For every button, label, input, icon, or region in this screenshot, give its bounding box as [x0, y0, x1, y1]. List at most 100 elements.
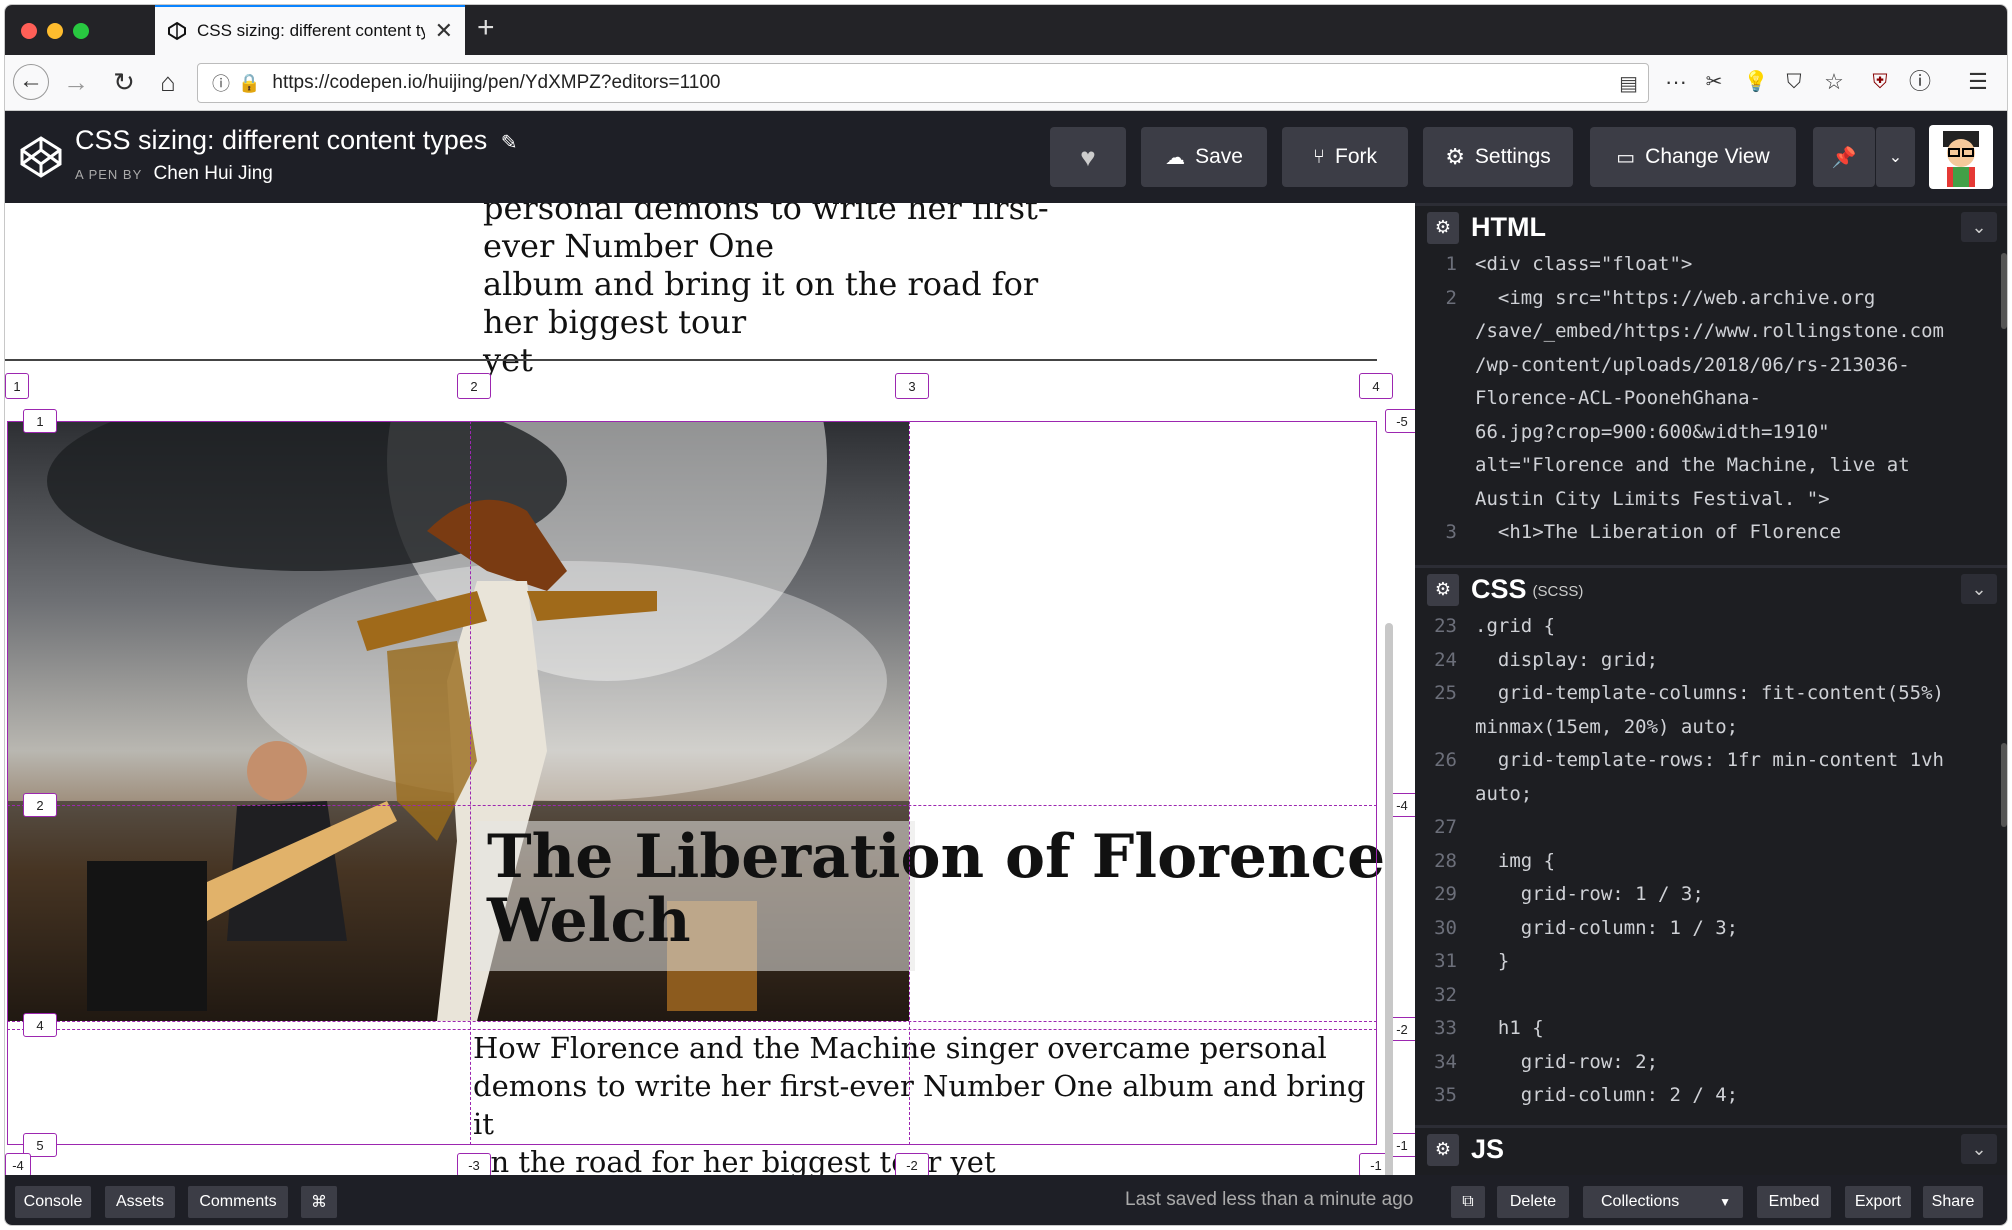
- code-line[interactable]: 32: [1415, 984, 1995, 1018]
- code-line[interactable]: 25 grid-template-columns: fit-content(55…: [1415, 682, 1995, 716]
- share-button[interactable]: Share: [1923, 1186, 1983, 1218]
- comments-button[interactable]: Comments: [188, 1186, 288, 1218]
- code-line[interactable]: 1 <div class="float">: [1415, 253, 1995, 287]
- bookmark-star-icon[interactable]: ☆: [1819, 67, 1849, 97]
- code-line[interactable]: 2 <img src="https://web.archive.org: [1415, 287, 1995, 321]
- open-external-icon[interactable]: ⧉: [1451, 1186, 1485, 1218]
- code-line[interactable]: 29 grid-row: 1 / 3;: [1415, 883, 1995, 917]
- address-bar[interactable]: ⓘ 🔒 https://codepen.io/huijing/pen/YdXMP…: [197, 63, 1649, 103]
- preview-scrollbar[interactable]: [1385, 623, 1393, 1175]
- back-icon[interactable]: ←: [13, 64, 49, 100]
- tab-close-icon[interactable]: ✕: [435, 18, 453, 44]
- code-line[interactable]: 35 grid-column: 2 / 4;: [1415, 1084, 1995, 1118]
- codepen-logo-icon[interactable]: [19, 135, 63, 179]
- code-line[interactable]: 24 display: grid;: [1415, 649, 1995, 683]
- lightbulb-icon[interactable]: 💡: [1741, 67, 1771, 97]
- code-text[interactable]: grid-column: 2 / 4;: [1475, 1084, 1738, 1106]
- code-line[interactable]: 26 grid-template-rows: 1fr min-content 1…: [1415, 749, 1995, 783]
- console-button[interactable]: Console: [15, 1186, 91, 1218]
- code-line[interactable]: 34 grid-row: 2;: [1415, 1051, 1995, 1085]
- code-line[interactable]: 33 h1 {: [1415, 1017, 1995, 1051]
- assets-button[interactable]: Assets: [105, 1186, 175, 1218]
- url-text[interactable]: https://codepen.io/huijing/pen/YdXMPZ?ed…: [272, 72, 720, 94]
- code-line[interactable]: alt="Florence and the Machine, live at: [1415, 454, 1995, 488]
- code-text[interactable]: minmax(15em, 20%) auto;: [1475, 716, 1738, 738]
- code-line[interactable]: 28 img {: [1415, 850, 1995, 884]
- reader-view-icon[interactable]: ▤: [1619, 71, 1638, 96]
- code-text[interactable]: <h1>The Liberation of Florence: [1475, 521, 1841, 543]
- pin-button[interactable]: 📌: [1813, 127, 1875, 187]
- keyboard-shortcuts-button[interactable]: ⌘: [301, 1186, 337, 1218]
- code-text[interactable]: grid-row: 1 / 3;: [1475, 883, 1704, 905]
- code-text[interactable]: alt="Florence and the Machine, live at: [1475, 454, 1910, 476]
- code-text[interactable]: Florence-ACL-PoonehGhana-: [1475, 387, 1761, 409]
- change-view-button[interactable]: ▭ Change View: [1590, 127, 1796, 187]
- css-collapse-chevron-icon[interactable]: ⌄: [1961, 574, 1997, 604]
- code-text[interactable]: 66.jpg?crop=900:600&width=1910": [1475, 421, 1830, 443]
- home-icon[interactable]: ⌂: [153, 67, 183, 97]
- code-text[interactable]: <img src="https://web.archive.org: [1475, 287, 1876, 309]
- code-text[interactable]: <div class="float">: [1475, 253, 1692, 275]
- code-line[interactable]: auto;: [1415, 783, 1995, 817]
- pen-author-link[interactable]: Chen Hui Jing: [154, 163, 273, 184]
- maximize-window-button[interactable]: [73, 23, 89, 39]
- html-scrollbar[interactable]: [2001, 253, 2007, 329]
- browser-tab[interactable]: CSS sizing: different content ty ✕: [155, 5, 465, 55]
- js-settings-gear-icon[interactable]: ⚙: [1427, 1133, 1459, 1166]
- pen-title-text[interactable]: CSS sizing: different content types: [75, 125, 487, 155]
- code-line[interactable]: 3 <h1>The Liberation of Florence: [1415, 521, 1995, 555]
- code-text[interactable]: .grid {: [1475, 615, 1555, 637]
- pen-title[interactable]: CSS sizing: different content types ✎: [75, 125, 518, 156]
- screenshot-icon[interactable]: ✂: [1699, 67, 1729, 97]
- code-text[interactable]: }: [1475, 950, 1509, 972]
- css-scrollbar[interactable]: [2001, 743, 2007, 827]
- code-line[interactable]: /save/_embed/https://www.rollingstone.co…: [1415, 320, 1995, 354]
- export-button[interactable]: Export: [1845, 1186, 1911, 1218]
- delete-button[interactable]: Delete: [1497, 1186, 1569, 1218]
- menu-icon[interactable]: ☰: [1963, 67, 1993, 97]
- code-text[interactable]: /save/_embed/https://www.rollingstone.co…: [1475, 320, 1944, 342]
- code-line[interactable]: minmax(15em, 20%) auto;: [1415, 716, 1995, 750]
- html-collapse-chevron-icon[interactable]: ⌄: [1961, 212, 1997, 242]
- html-settings-gear-icon[interactable]: ⚙: [1427, 211, 1459, 244]
- css-settings-gear-icon[interactable]: ⚙: [1427, 573, 1459, 606]
- password-manager-icon[interactable]: ⓘ: [1905, 67, 1935, 97]
- code-line[interactable]: Florence-ACL-PoonehGhana-: [1415, 387, 1995, 421]
- code-line[interactable]: 23 .grid {: [1415, 615, 1995, 649]
- code-text[interactable]: h1 {: [1475, 1017, 1544, 1039]
- embed-button[interactable]: Embed: [1757, 1186, 1831, 1218]
- code-line[interactable]: 66.jpg?crop=900:600&width=1910": [1415, 421, 1995, 455]
- save-button[interactable]: ☁ Save: [1141, 127, 1267, 187]
- pocket-icon[interactable]: ⛉: [1779, 67, 1809, 97]
- info-icon[interactable]: ⓘ: [212, 70, 230, 96]
- code-text[interactable]: display: grid;: [1475, 649, 1658, 671]
- html-code-area[interactable]: 1 <div class="float"> 2 <img src="https://…: [1415, 253, 2007, 555]
- code-text[interactable]: Austin City Limits Festival. ">: [1475, 488, 1830, 510]
- close-window-button[interactable]: [21, 23, 37, 39]
- code-line[interactable]: Austin City Limits Festival. ">: [1415, 488, 1995, 522]
- code-line[interactable]: /wp-content/uploads/2018/06/rs-213036-: [1415, 354, 1995, 388]
- fork-button[interactable]: ⑂ Fork: [1282, 127, 1408, 187]
- code-line[interactable]: 27: [1415, 816, 1995, 850]
- ublock-icon[interactable]: ⛨: [1865, 67, 1895, 97]
- user-avatar[interactable]: [1929, 125, 1993, 189]
- code-text[interactable]: /wp-content/uploads/2018/06/rs-213036-: [1475, 354, 1910, 376]
- code-text[interactable]: grid-row: 2;: [1475, 1051, 1658, 1073]
- forward-icon[interactable]: →: [61, 67, 91, 97]
- code-text[interactable]: grid-template-columns: fit-content(55%): [1475, 682, 1944, 704]
- code-line[interactable]: 31 }: [1415, 950, 1995, 984]
- love-button[interactable]: ♥: [1050, 127, 1126, 187]
- code-text[interactable]: grid-template-rows: 1fr min-content 1vh: [1475, 749, 1944, 771]
- edit-pencil-icon[interactable]: ✎: [501, 132, 518, 154]
- css-code-area[interactable]: 23 .grid {24 display: grid; 25 grid-templa…: [1415, 615, 2007, 1118]
- js-collapse-chevron-icon[interactable]: ⌄: [1961, 1134, 1997, 1164]
- new-tab-button[interactable]: +: [477, 11, 495, 45]
- settings-button[interactable]: ⚙ Settings: [1423, 127, 1573, 187]
- code-text[interactable]: auto;: [1475, 783, 1532, 805]
- minimize-window-button[interactable]: [47, 23, 63, 39]
- code-text[interactable]: img {: [1475, 850, 1555, 872]
- reload-icon[interactable]: ↻: [109, 67, 139, 97]
- code-text[interactable]: grid-column: 1 / 3;: [1475, 917, 1738, 939]
- collections-button[interactable]: Collections ▼: [1583, 1186, 1743, 1218]
- more-actions-icon[interactable]: ···: [1661, 67, 1691, 97]
